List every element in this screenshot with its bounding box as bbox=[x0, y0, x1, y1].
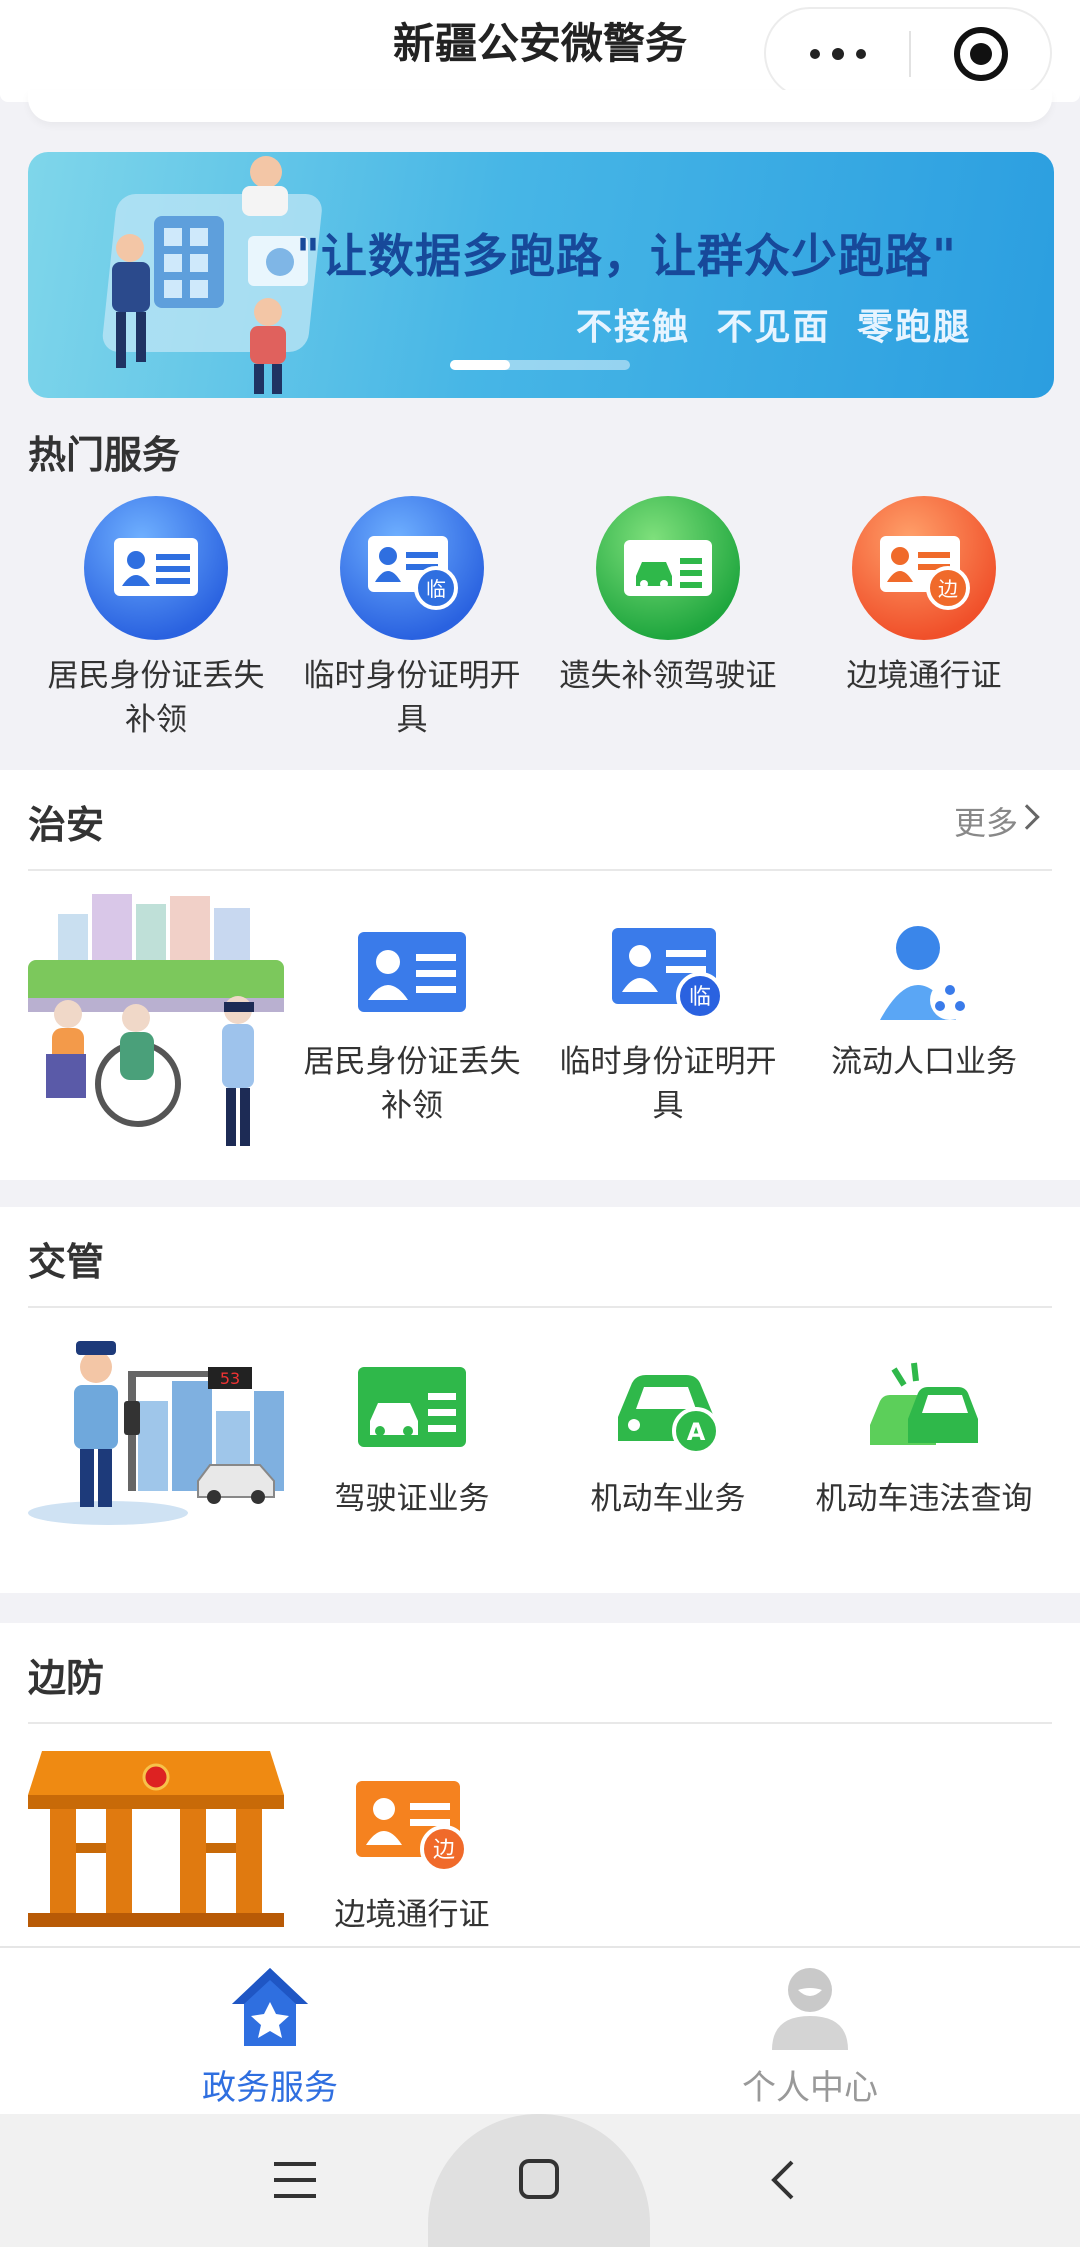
service-vehicle[interactable]: A 机动车业务 bbox=[558, 1359, 778, 1521]
bottom-tab-bar: 政务服务 个人中心 bbox=[0, 1946, 1080, 2114]
hot-service-id-card-replacement[interactable]: 居民身份证丢失补领 bbox=[46, 496, 266, 742]
banner-pagination bbox=[450, 360, 630, 370]
service-driver-license[interactable]: 驾驶证业务 bbox=[302, 1359, 522, 1521]
service-label: 机动车业务 bbox=[590, 1481, 746, 1517]
id-card-icon bbox=[84, 496, 228, 640]
section-title: 边防 bbox=[28, 1656, 105, 1700]
service-violation-query[interactable]: 机动车违法查询 bbox=[814, 1359, 1034, 1521]
service-label: 临时身份证明开具 bbox=[559, 1044, 777, 1124]
hot-service-label: 遗失补领驾驶证 bbox=[559, 658, 777, 694]
service-label: 边境通行证 bbox=[334, 1897, 490, 1933]
driver-license-icon bbox=[596, 496, 740, 640]
traffic-section: 交管 53 驾驶证业务 A 机动车业务 机动车违法查询 bbox=[0, 1207, 1080, 1593]
person-icon bbox=[772, 1968, 848, 2050]
service-label: 驾驶证业务 bbox=[334, 1481, 490, 1517]
section-divider bbox=[28, 869, 1052, 871]
service-temp-id[interactable]: 临 临时身份证明开具 bbox=[558, 922, 778, 1128]
service-label: 居民身份证丢失补领 bbox=[303, 1044, 521, 1124]
service-floating-population[interactable]: 流动人口业务 bbox=[814, 922, 1034, 1084]
hot-service-label: 临时身份证明开具 bbox=[303, 658, 521, 738]
hot-service-driver-license[interactable]: 遗失补领驾驶证 bbox=[558, 496, 778, 698]
more-options-icon[interactable] bbox=[766, 9, 908, 97]
tab-personal-center[interactable]: 个人中心 bbox=[680, 1964, 940, 2109]
svg-text:53: 53 bbox=[220, 1369, 240, 1388]
border-gate-illustration bbox=[28, 1751, 284, 1927]
border-pass-icon: 边 bbox=[852, 496, 996, 640]
security-illustration bbox=[28, 894, 284, 1146]
service-border-pass[interactable]: 边 边境通行证 bbox=[302, 1775, 522, 1937]
capsule-divider bbox=[909, 31, 911, 77]
section-title: 治安 bbox=[28, 803, 105, 847]
violation-query-icon bbox=[864, 1359, 984, 1459]
tab-label: 政务服务 bbox=[202, 2068, 338, 2108]
service-id-card-replacement[interactable]: 居民身份证丢失补领 bbox=[302, 922, 522, 1128]
more-link[interactable]: 更多 bbox=[954, 798, 1018, 844]
close-mini-program-icon[interactable] bbox=[954, 27, 1008, 81]
hot-service-border-pass[interactable]: 边 边境通行证 bbox=[814, 496, 1034, 698]
top-strip bbox=[28, 90, 1052, 122]
svg-text:临: 临 bbox=[426, 577, 446, 601]
border-section: 边防 边 边境通行证 bbox=[0, 1623, 1080, 1946]
temp-id-icon: 临 bbox=[340, 496, 484, 640]
temp-id-icon: 临 bbox=[608, 922, 728, 1022]
tab-government-services[interactable]: 政务服务 bbox=[140, 1964, 400, 2109]
svg-text:临: 临 bbox=[689, 985, 711, 1010]
mini-program-capsule bbox=[764, 7, 1052, 99]
section-divider bbox=[28, 1722, 1052, 1724]
banner-subtitle: 不接触 不见面 零跑腿 bbox=[576, 307, 972, 348]
back-icon[interactable] bbox=[770, 2158, 796, 2202]
security-section: 治安 更多 居民身份证丢失补领 临 临时身份证明开具 流动人口业务 bbox=[0, 770, 1080, 1180]
section-title: 交管 bbox=[28, 1240, 105, 1284]
system-navigation-bar bbox=[0, 2114, 1080, 2247]
svg-text:边: 边 bbox=[938, 577, 958, 601]
svg-text:A: A bbox=[687, 1418, 706, 1446]
section-divider bbox=[28, 1306, 1052, 1308]
home-icon[interactable] bbox=[518, 2158, 560, 2200]
vehicle-icon: A bbox=[608, 1359, 728, 1459]
hot-service-label: 边境通行证 bbox=[846, 658, 1002, 694]
id-card-icon bbox=[352, 922, 472, 1022]
title-bar: 新疆公安微警务 bbox=[0, 0, 1080, 102]
hot-service-label: 居民身份证丢失补领 bbox=[47, 658, 265, 738]
driver-license-icon bbox=[352, 1359, 472, 1459]
service-label: 流动人口业务 bbox=[831, 1044, 1017, 1080]
promo-banner[interactable]: "让数据多跑路，让群众少跑路" 不接触 不见面 零跑腿 bbox=[28, 152, 1054, 398]
svg-text:边: 边 bbox=[433, 1838, 455, 1863]
home-star-icon bbox=[232, 1968, 308, 2046]
floating-population-icon bbox=[864, 922, 984, 1022]
banner-slogan: "让数据多跑路，让群众少跑路" bbox=[296, 229, 957, 283]
menu-icon[interactable] bbox=[274, 2160, 316, 2200]
tab-label: 个人中心 bbox=[742, 2068, 878, 2108]
traffic-illustration: 53 bbox=[28, 1341, 284, 1525]
hot-service-temp-id[interactable]: 临 临时身份证明开具 bbox=[302, 496, 522, 742]
service-label: 机动车违法查询 bbox=[815, 1481, 1033, 1517]
border-pass-icon: 边 bbox=[352, 1775, 472, 1875]
chevron-right-icon[interactable] bbox=[1014, 804, 1040, 830]
hot-services-title: 热门服务 bbox=[28, 433, 181, 477]
